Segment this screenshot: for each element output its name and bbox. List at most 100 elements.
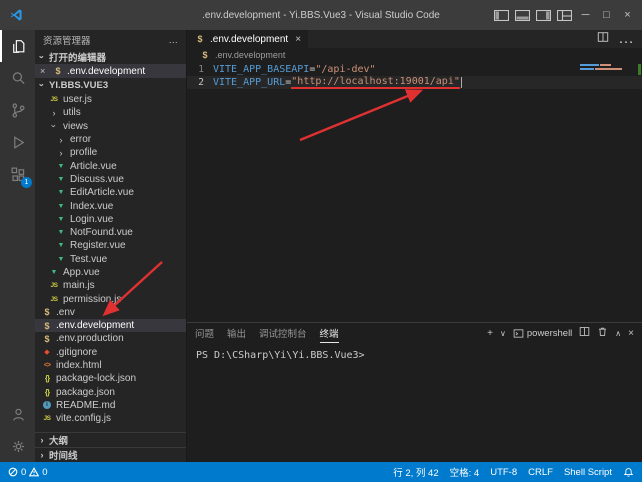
open-editor-item[interactable]: × $ .env.development — [35, 64, 186, 78]
maximize-panel-icon[interactable]: ∧ — [615, 329, 621, 338]
minimap[interactable] — [580, 64, 634, 72]
explorer-sidebar: 资源管理器 … › 打开的编辑器 × $ .env.development › … — [35, 30, 187, 462]
toggle-panel-icon[interactable] — [512, 4, 533, 26]
terminal-dropdown-icon[interactable]: ∨ — [500, 329, 506, 338]
timeline-section-header[interactable]: › 时间线 — [35, 447, 186, 462]
tree-item-views[interactable]: ›views — [35, 120, 186, 133]
minimize-window-icon[interactable]: ─ — [575, 4, 596, 26]
file-name: views — [63, 121, 88, 132]
tree-item-.env.development[interactable]: $.env.development — [35, 319, 186, 332]
tree-item-EditArticle.vue[interactable]: ▼EditArticle.vue — [35, 186, 186, 199]
env-var-value: "http://localhost:19001/api" — [291, 76, 460, 89]
tree-item-Discuss.vue[interactable]: ▼Discuss.vue — [35, 173, 186, 186]
tree-item-Login.vue[interactable]: ▼Login.vue — [35, 213, 186, 226]
indentation[interactable]: 空格: 4 — [450, 465, 480, 479]
tree-item-vite.config.js[interactable]: JSvite.config.js — [35, 412, 186, 425]
cursor-position[interactable]: 行 2, 列 42 — [393, 465, 438, 479]
file-name: Login.vue — [70, 214, 113, 225]
kill-terminal-trash-icon[interactable] — [597, 326, 608, 340]
tree-item-Index.vue[interactable]: ▼Index.vue — [35, 199, 186, 212]
tab-output[interactable]: 输出 — [227, 323, 246, 343]
activity-bar: 1 — [0, 30, 35, 462]
project-root-header[interactable]: › YI.BBS.VUE3 — [35, 78, 186, 92]
tree-item-index.html[interactable]: <>index.html — [35, 359, 186, 372]
terminal-shell-selector[interactable]: powershell — [513, 328, 572, 339]
tree-item-utils[interactable]: ›utils — [35, 106, 186, 119]
tree-item-.gitignore[interactable]: ◆.gitignore — [35, 346, 186, 359]
file-name: .env.development — [56, 320, 134, 331]
panel-actions: + ∨ powershell ∧ × — [487, 326, 634, 340]
tab-debug-console[interactable]: 调试控制台 — [259, 323, 307, 343]
sidebar-title: 资源管理器 — [43, 33, 91, 47]
tree-item-main.js[interactable]: JSmain.js — [35, 279, 186, 292]
breadcrumb[interactable]: $ .env.development — [187, 48, 642, 61]
code-line-1[interactable]: 1 VITE_APP_BASEAPI = "/api-dev" — [187, 63, 642, 76]
open-editors-label: 打开的编辑器 — [49, 50, 106, 64]
json-file-icon: {} — [41, 388, 53, 397]
customize-layout-icon[interactable] — [554, 4, 575, 26]
tab-terminal[interactable]: 终端 — [320, 323, 339, 343]
toggle-primary-sidebar-icon[interactable] — [491, 4, 512, 26]
tree-item-.env[interactable]: $.env — [35, 306, 186, 319]
env-file-icon: $ — [194, 34, 206, 44]
file-name: .gitignore — [56, 347, 97, 358]
code-line-2[interactable]: 2 VITE_APP_URL = "http://localhost:19001… — [187, 76, 642, 89]
editor-more-actions-icon[interactable]: … — [618, 30, 634, 48]
tree-item-Register.vue[interactable]: ▼Register.vue — [35, 239, 186, 252]
extensions-icon[interactable]: 1 — [0, 158, 35, 190]
tab-env-development[interactable]: $ .env.development × — [187, 30, 308, 48]
tree-item-Test.vue[interactable]: ▼Test.vue — [35, 253, 186, 266]
close-tab-icon[interactable]: × — [295, 34, 301, 45]
tab-problems[interactable]: 问题 — [195, 323, 214, 343]
tree-item-package.json[interactable]: {}package.json — [35, 386, 186, 399]
close-panel-icon[interactable]: × — [628, 328, 634, 339]
split-editor-icon[interactable] — [597, 30, 609, 48]
activity-bar-spacer — [0, 190, 35, 398]
close-editor-icon[interactable]: × — [40, 66, 49, 76]
account-icon[interactable] — [0, 398, 35, 430]
tree-item-README.md[interactable]: iREADME.md — [35, 399, 186, 412]
split-terminal-icon[interactable] — [579, 326, 590, 340]
new-terminal-icon[interactable]: + — [487, 328, 493, 339]
breadcrumb-file-name: .env.development — [215, 50, 285, 60]
tree-item-user.js[interactable]: JSuser.js — [35, 93, 186, 106]
file-name: .env.production — [56, 333, 124, 344]
search-icon[interactable] — [0, 62, 35, 94]
tree-item-.env.production[interactable]: $.env.production — [35, 332, 186, 345]
file-name: Register.vue — [70, 240, 126, 251]
notifications-bell-icon[interactable] — [623, 467, 634, 478]
toggle-secondary-sidebar-icon[interactable] — [533, 4, 554, 26]
vue-file-icon: ▼ — [55, 216, 67, 223]
code-editor[interactable]: 1 VITE_APP_BASEAPI = "/api-dev" 2 VITE_A… — [187, 61, 642, 322]
tree-item-Article.vue[interactable]: ▼Article.vue — [35, 159, 186, 172]
tree-item-NotFound.vue[interactable]: ▼NotFound.vue — [35, 226, 186, 239]
file-name: package.json — [56, 387, 115, 398]
file-name: utils — [63, 107, 81, 118]
terminal-output[interactable]: PS D:\CSharp\Yi\Yi.BBS.Vue3> — [187, 343, 642, 462]
sidebar-more-actions-icon[interactable]: … — [169, 35, 179, 46]
file-name: main.js — [63, 280, 95, 291]
settings-gear-icon[interactable] — [0, 430, 35, 462]
close-window-icon[interactable]: × — [617, 4, 638, 26]
maximize-window-icon[interactable]: □ — [596, 4, 617, 26]
tree-item-error[interactable]: ›error — [35, 133, 186, 146]
language-mode[interactable]: Shell Script — [564, 467, 612, 478]
timeline-label: 时间线 — [49, 448, 78, 462]
vue-file-icon: ▼ — [55, 242, 67, 249]
outline-section-header[interactable]: › 大纲 — [35, 432, 186, 447]
encoding[interactable]: UTF-8 — [490, 467, 517, 478]
tree-item-App.vue[interactable]: ▼App.vue — [35, 266, 186, 279]
source-control-icon[interactable] — [0, 94, 35, 126]
open-editors-header[interactable]: › 打开的编辑器 — [35, 50, 186, 64]
vue-file-icon: ▼ — [55, 256, 67, 263]
tree-item-profile[interactable]: ›profile — [35, 146, 186, 159]
env-var-value: "/api-dev" — [315, 64, 375, 75]
terminal-prompt: PS D:\CSharp\Yi\Yi.BBS.Vue3> — [196, 350, 365, 361]
tree-item-permission.js[interactable]: JSpermission.js — [35, 292, 186, 305]
end-of-line[interactable]: CRLF — [528, 467, 553, 478]
explorer-icon[interactable] — [0, 30, 35, 62]
problems-status[interactable]: 0 0 — [8, 467, 48, 478]
chevron-right-icon: › — [55, 135, 67, 145]
tree-item-package-lock.json[interactable]: {}package-lock.json — [35, 372, 186, 385]
run-debug-icon[interactable] — [0, 126, 35, 158]
